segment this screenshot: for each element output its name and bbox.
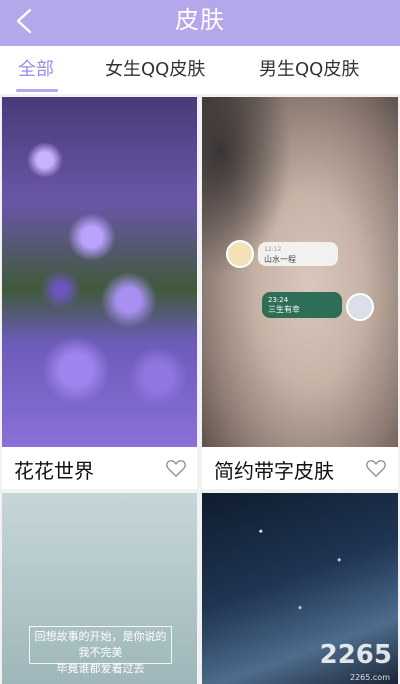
chat-time: 12:12 (264, 246, 282, 253)
chat-text: 山水一程 (264, 255, 296, 264)
tab-female-qq-skin[interactable]: 女生QQ皮肤 (105, 46, 205, 94)
tab-all[interactable]: 全部 (18, 46, 54, 94)
heart-icon[interactable] (365, 458, 387, 478)
watermark-logo: 2265 (319, 640, 392, 670)
app-header: 皮肤 (0, 0, 400, 46)
heart-icon[interactable] (165, 458, 187, 478)
chat-bubble-incoming: 12:12 山水一程 (258, 242, 338, 266)
skin-card[interactable]: 花花世界 (2, 97, 197, 489)
page-title: 皮肤 (175, 6, 225, 34)
skin-card[interactable]: 12:12 山水一程 23:24 三生有幸 简约带字皮肤 (202, 97, 398, 489)
avatar (226, 240, 254, 268)
skin-preview-image (2, 97, 197, 447)
skin-preview-image: 回想故事的开始，是你说的我不完美 毕竟谁都爱着过去 (2, 493, 197, 684)
skin-title: 花花世界 (14, 459, 94, 483)
tab-male-qq-skin[interactable]: 男生QQ皮肤 (259, 46, 359, 94)
skin-card[interactable]: 2265 2265.com (202, 493, 398, 684)
chat-bubble-outgoing: 23:24 三生有幸 (262, 292, 342, 318)
tab-bar: 全部 女生QQ皮肤 男生QQ皮肤 (0, 46, 400, 94)
chat-text: 三生有幸 (268, 305, 300, 314)
quote-box: 回想故事的开始，是你说的我不完美 毕竟谁都爱着过去 (29, 626, 172, 675)
avatar (346, 293, 374, 321)
skin-card[interactable]: 回想故事的开始，是你说的我不完美 毕竟谁都爱着过去 (2, 493, 197, 684)
active-tab-indicator (16, 89, 58, 92)
skin-title: 简约带字皮肤 (214, 459, 334, 483)
skin-preview-image: 12:12 山水一程 23:24 三生有幸 (202, 97, 398, 447)
quote-line: 回想故事的开始，是你说的我不完美 (34, 630, 167, 659)
chat-time: 23:24 (268, 296, 289, 304)
quote-line: 毕竟谁都爱着过去 (56, 662, 145, 675)
watermark-url: 2265.com (350, 673, 390, 682)
